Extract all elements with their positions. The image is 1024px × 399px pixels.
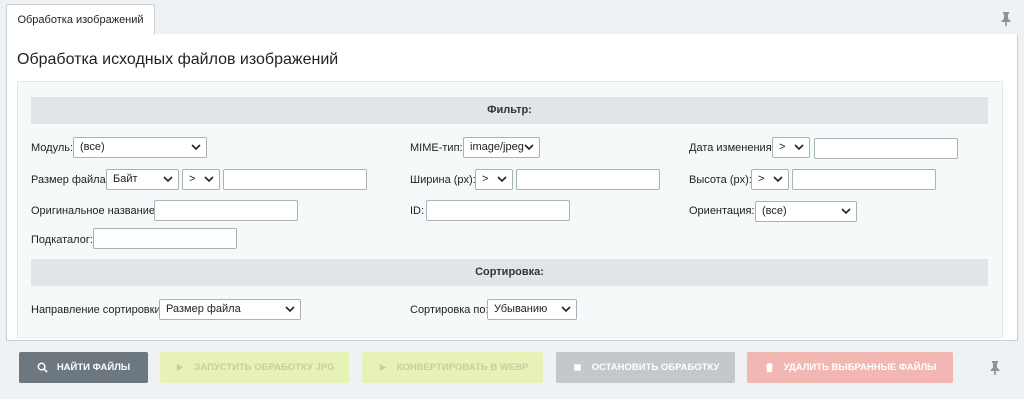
convert-webp-button[interactable]: Конвертировать в WEBP bbox=[362, 352, 543, 383]
filter-heading: Фильтр: bbox=[31, 97, 988, 124]
delete-files-button[interactable]: Удалить выбранные файлы bbox=[747, 352, 953, 383]
delete-files-label: Удалить выбранные файлы bbox=[783, 362, 937, 373]
chevron-down-icon bbox=[524, 144, 534, 151]
original-name-input[interactable] bbox=[154, 200, 298, 221]
play-icon bbox=[379, 363, 386, 372]
width-operator-select[interactable]: > bbox=[475, 169, 513, 190]
orientation-select[interactable]: (все) bbox=[755, 201, 857, 222]
height-label: Высота (px): bbox=[689, 174, 752, 186]
subdir-input[interactable] bbox=[93, 228, 237, 249]
chevron-down-icon bbox=[773, 176, 783, 183]
mime-select[interactable]: image/jpeg bbox=[463, 137, 540, 158]
sort-order-select[interactable]: Убыванию bbox=[487, 299, 577, 320]
file-size-operator-value: > bbox=[189, 173, 196, 185]
module-select-value: (все) bbox=[80, 141, 105, 153]
stop-icon bbox=[573, 364, 581, 371]
tab-image-processing[interactable]: Обработка изображений bbox=[6, 4, 155, 35]
date-changed-input[interactable] bbox=[814, 138, 958, 159]
date-operator-value: > bbox=[779, 141, 786, 153]
chevron-down-icon bbox=[794, 144, 804, 151]
chevron-down-icon bbox=[163, 176, 173, 183]
orientation-select-value: (все) bbox=[762, 205, 787, 217]
date-changed-label: Дата изменения: bbox=[689, 142, 775, 154]
height-operator-select[interactable]: > bbox=[751, 169, 789, 190]
file-size-unit-select[interactable]: Байт bbox=[106, 169, 179, 190]
subdir-label: Подкаталог: bbox=[31, 234, 93, 246]
sort-direction-label: Направление сортировки: bbox=[31, 304, 164, 316]
play-icon bbox=[177, 363, 184, 372]
sorting-heading: Сортировка: bbox=[31, 259, 988, 286]
file-size-unit-value: Байт bbox=[113, 173, 138, 185]
module-select[interactable]: (все) bbox=[73, 137, 207, 158]
stop-processing-button[interactable]: Остановить обработку bbox=[556, 352, 735, 383]
date-operator-select[interactable]: > bbox=[772, 137, 810, 158]
module-label: Модуль: bbox=[31, 142, 74, 154]
sort-direction-select[interactable]: Размер файла bbox=[159, 299, 301, 320]
sort-order-value: Убыванию bbox=[494, 303, 548, 315]
find-files-label: Найти файлы bbox=[56, 362, 131, 373]
chevron-down-icon bbox=[841, 208, 851, 215]
process-jpg-label: Запустить обработку JPG bbox=[194, 362, 335, 373]
mime-label: MIME-тип: bbox=[410, 142, 463, 154]
chevron-down-icon bbox=[285, 306, 295, 313]
pin-icon[interactable] bbox=[989, 360, 1001, 376]
chevron-down-icon bbox=[497, 176, 507, 183]
find-files-button[interactable]: Найти файлы bbox=[19, 352, 148, 383]
width-input[interactable] bbox=[516, 169, 660, 190]
file-size-label: Размер файла: bbox=[31, 174, 109, 186]
height-input[interactable] bbox=[792, 169, 936, 190]
page-title: Обработка исходных файлов изображений bbox=[17, 51, 339, 68]
convert-webp-label: Конвертировать в WEBP bbox=[396, 362, 529, 373]
process-jpg-button[interactable]: Запустить обработку JPG bbox=[160, 352, 349, 383]
height-operator-value: > bbox=[758, 173, 765, 185]
chevron-down-icon bbox=[191, 144, 201, 151]
orientation-label: Ориентация: bbox=[689, 205, 755, 217]
width-operator-value: > bbox=[482, 173, 489, 185]
pin-icon[interactable] bbox=[1000, 11, 1012, 27]
stop-processing-label: Остановить обработку bbox=[591, 362, 720, 373]
original-name-label: Оригинальное название: bbox=[31, 205, 159, 217]
sort-direction-value: Размер файла bbox=[166, 303, 241, 315]
file-size-input[interactable] bbox=[223, 169, 367, 190]
chevron-down-icon bbox=[561, 306, 571, 313]
id-label: ID: bbox=[410, 205, 425, 217]
id-input[interactable] bbox=[426, 200, 570, 221]
trash-icon bbox=[765, 363, 773, 373]
chevron-down-icon bbox=[204, 176, 214, 183]
search-icon bbox=[37, 362, 48, 373]
sort-order-label: Сортировка по: bbox=[410, 304, 489, 316]
mime-select-value: image/jpeg bbox=[470, 141, 524, 153]
file-size-operator-select[interactable]: > bbox=[182, 169, 220, 190]
width-label: Ширина (px): bbox=[410, 174, 476, 186]
